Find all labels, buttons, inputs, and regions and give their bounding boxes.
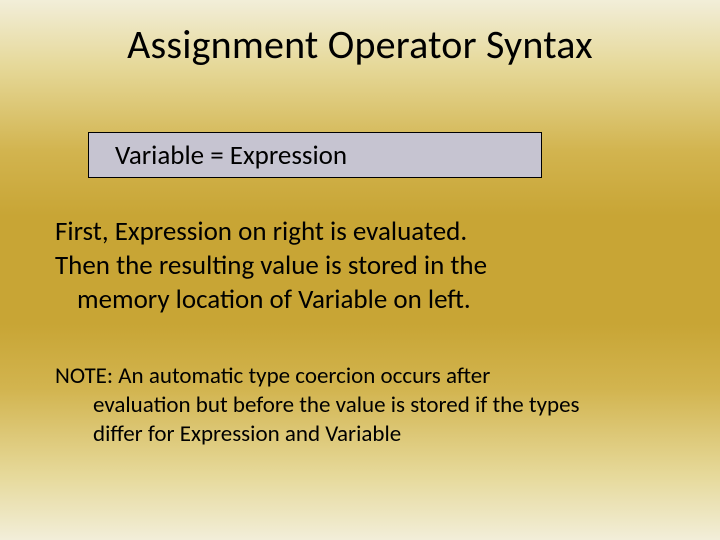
body-line-2: Then the resulting value is stored in th…	[55, 249, 665, 283]
slide: Assignment Operator Syntax Variable = Ex…	[0, 0, 720, 540]
slide-title: Assignment Operator Syntax	[0, 20, 720, 69]
note-text: NOTE: An automatic type coercion occurs …	[55, 362, 665, 448]
note-line-2: evaluation but before the value is store…	[55, 391, 665, 420]
body-text: First, Expression on right is evaluated.…	[55, 215, 665, 316]
note-line-1: NOTE: An automatic type coercion occurs …	[55, 362, 665, 391]
body-line-1: First, Expression on right is evaluated.	[55, 215, 467, 248]
body-line-3: memory location of Variable on left.	[55, 283, 665, 317]
syntax-text: Variable = Expression	[115, 139, 347, 172]
note-line-3: differ for Expression and Variable	[55, 420, 665, 449]
syntax-box: Variable = Expression	[88, 132, 542, 178]
